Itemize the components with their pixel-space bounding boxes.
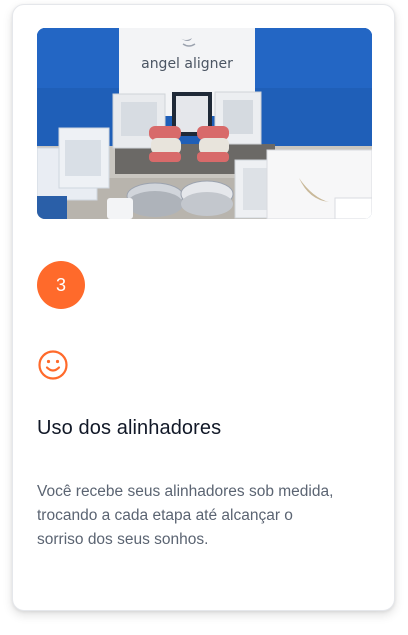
step-number-badge: 3 xyxy=(37,261,85,309)
card-description: Você recebe seus alinhadores sob medida,… xyxy=(37,483,334,548)
step-card: angel aligner 3 Uso dos alinhadores Você… xyxy=(12,4,395,611)
photo-brand-text: angel aligner xyxy=(141,56,233,72)
step-number: 3 xyxy=(55,274,66,295)
smile-icon xyxy=(37,349,69,381)
aligner-kit-photo: angel aligner xyxy=(37,28,372,219)
card-title: Uso dos alinhadores xyxy=(37,417,222,439)
